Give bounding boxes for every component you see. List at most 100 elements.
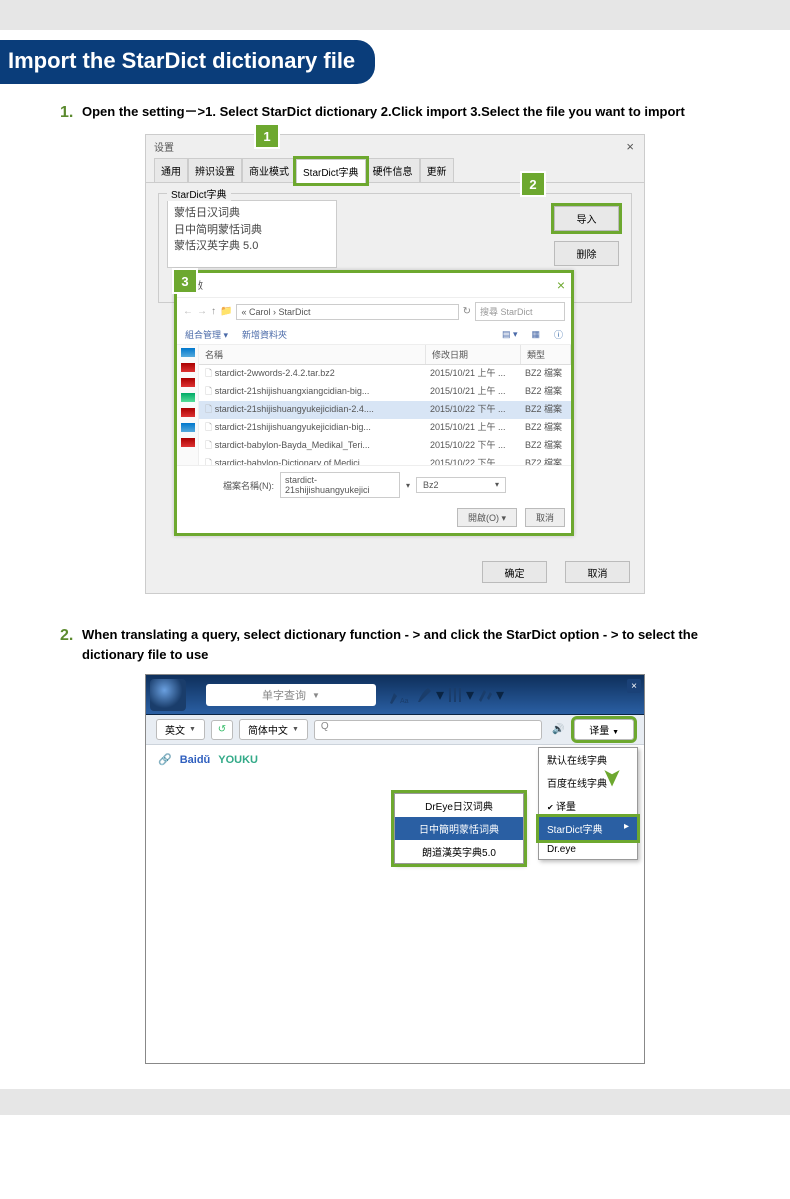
table-row[interactable]: stardict-babylon-Dictionary of Medici...… [199,455,571,465]
col-date[interactable]: 修改日期 [426,345,521,364]
table-row[interactable]: stardict-21shijishuangxiangcidian-big...… [199,383,571,401]
sidebar-icon[interactable] [181,393,195,402]
step-1: 1. Open the setting－>1. Select StarDict … [60,102,760,122]
tools-icon[interactable]: ▾ [444,680,474,710]
submenu-item[interactable]: DrEye日汉词典 [395,794,523,817]
file-sidebar[interactable] [177,345,199,465]
stardict-submenu[interactable]: DrEye日汉词典 日中簡明蒙恬词典 朗道漢英字典5.0 [394,793,524,864]
title-banner: Import the StarDict dictionary file [0,30,790,96]
sidebar-icon[interactable] [181,378,195,387]
settings-icon[interactable]: ▾ [474,680,504,710]
baidu-link[interactable]: Baidŭ [180,754,211,766]
sidebar-icon[interactable] [181,423,195,432]
open-button[interactable]: 開啟(O) ▾ [457,508,517,527]
page-bottom-bar [0,1089,790,1115]
refresh-icon[interactable]: ↻ [463,306,471,317]
panel-label: StarDict字典 [167,186,231,201]
file-open-dialog: 開啟 × ← → ↑ 📁 « Carol › StarDict ↻ 搜尋 Sta… [174,270,574,536]
cancel-button[interactable]: 取消 [565,561,630,583]
settings-tabs: 通用 辨识设置 商业模式 StarDict字典 硬件信息 更新 [146,158,644,183]
filter-select[interactable]: Bz2 ▾ [416,477,506,493]
tab-business[interactable]: 商业模式 [242,158,296,182]
settings-window: 设置 × 1 2 3 通用 辨识设置 商业模式 StarDict字典 硬件信息 … [145,134,645,594]
link-icon[interactable]: 🔗 [158,753,172,766]
dictionary-dropdown-button[interactable]: 译量 ▼ [574,719,634,740]
step-2-text: When translating a query, select diction… [82,625,760,664]
tab-stardict[interactable]: StarDict字典 [296,159,366,183]
page-title: Import the StarDict dictionary file [0,40,375,84]
filename-input[interactable]: stardict-21shijishuangyukejici [280,472,400,498]
page-top-bar [0,0,790,30]
menu-item-yiliang[interactable]: 译量 [539,794,637,817]
folder-icon: 📁 [220,306,232,317]
import-button[interactable]: 导入 [554,206,619,231]
filename-label: 檔案名稱(N): [223,479,274,492]
translate-toolbar: 英文▼ ↺ 简体中文▼ Q 🔊 译量 ▼ [146,715,644,745]
dictionary-list[interactable]: 蒙恬日汉词典 日中简明蒙恬词典 蒙恬汉英字典 5.0 [167,200,337,268]
mode-select[interactable]: 单字查询 ▼ [206,684,376,706]
dictionary-menu[interactable]: 默认在线字典 百度在线字典 译量 StarDict字典▸ Dr.eye [538,747,638,860]
table-row[interactable]: stardict-2wwords-2.4.2.tar.bz22015/10/21… [199,365,571,383]
new-folder-button[interactable]: 新增資料夾 [242,328,287,341]
query-input[interactable]: Q [314,720,542,740]
speaker-icon[interactable]: 🔊 [548,724,568,735]
help-icon[interactable]: ⓘ [554,328,563,341]
close-icon[interactable]: × [557,277,565,293]
list-item[interactable]: 日中简明蒙恬词典 [174,222,330,239]
preview-icon[interactable]: ▦ [531,329,540,340]
col-type[interactable]: 類型 [521,345,571,364]
sidebar-icon[interactable] [181,348,195,357]
mode-label: 单字查询 [262,687,306,703]
list-item[interactable]: 蒙恬日汉词典 [174,205,330,222]
organize-menu[interactable]: 組合管理 ▾ [185,328,228,341]
step-1-text: Open the setting－>1. Select StarDict dic… [82,102,685,122]
nav-fwd-icon[interactable]: → [197,306,207,317]
menu-item-dreye[interactable]: Dr.eye [539,840,637,859]
settings-title: 设置 [146,135,644,158]
menu-item-stardict[interactable]: StarDict字典▸ [539,817,637,840]
sidebar-icon[interactable] [181,363,195,372]
translator-app-window: 单字查询 ▼ Aa ▾ ▾ ▾ × 英文▼ ↺ 简体中文▼ Q 🔊 译量 ▼ 🔗… [145,674,645,1064]
view-icon[interactable]: ▤ ▾ [502,329,518,340]
nav-back-icon[interactable]: ← [183,306,193,317]
tab-recognition[interactable]: 辨识设置 [188,158,242,182]
lang-from-select[interactable]: 英文▼ [156,719,205,740]
brush-icon[interactable]: ▾ [414,680,444,710]
cancel-button[interactable]: 取消 [525,508,565,527]
submenu-item[interactable]: 朗道漢英字典5.0 [395,840,523,863]
chevron-down-icon: ▼ [312,691,320,700]
callout-badge-2: 2 [522,173,544,195]
close-icon[interactable]: × [627,679,641,693]
step-2: 2. When translating a query, select dict… [60,625,760,664]
lang-to-select[interactable]: 简体中文▼ [239,719,308,740]
youku-link[interactable]: YOUKU [218,754,258,766]
pen-icon[interactable]: Aa [384,680,414,710]
file-list[interactable]: 名稱 修改日期 類型 stardict-2wwords-2.4.2.tar.bz… [199,345,571,465]
step-1-number: 1. [60,104,76,122]
table-row[interactable]: stardict-babylon-Bayda_Medikal_Teri...20… [199,437,571,455]
table-row[interactable]: stardict-21shijishuangyukejicidian-big..… [199,419,571,437]
ok-button[interactable]: 确定 [482,561,547,583]
swap-icon[interactable]: ↺ [211,720,233,740]
tab-hardware[interactable]: 硬件信息 [366,158,420,182]
delete-button[interactable]: 删除 [554,241,619,266]
submenu-item-selected[interactable]: 日中簡明蒙恬词典 [395,817,523,840]
sidebar-icon[interactable] [181,408,195,417]
step-2-number: 2. [60,627,76,645]
chevron-down-icon[interactable]: ▾ [406,481,410,490]
callout-badge-1: 1 [256,125,278,147]
tab-general[interactable]: 通用 [154,158,188,182]
toolbar-icons: Aa ▾ ▾ ▾ [384,679,504,711]
search-input[interactable]: 搜尋 StarDict [475,302,565,321]
breadcrumb[interactable]: « Carol › StarDict [236,304,458,320]
tab-update[interactable]: 更新 [420,158,454,182]
svg-text:Aa: Aa [400,698,409,705]
list-item[interactable]: 蒙恬汉英字典 5.0 [174,238,330,255]
nav-up-icon[interactable]: ↑ [211,306,216,317]
app-logo-icon [150,679,186,711]
sidebar-icon[interactable] [181,438,195,447]
close-icon[interactable]: × [626,139,634,154]
app-titlebar: 单字查询 ▼ Aa ▾ ▾ ▾ × [146,675,644,715]
table-row[interactable]: stardict-21shijishuangyukejicidian-2.4..… [199,401,571,419]
col-name[interactable]: 名稱 [199,345,426,364]
